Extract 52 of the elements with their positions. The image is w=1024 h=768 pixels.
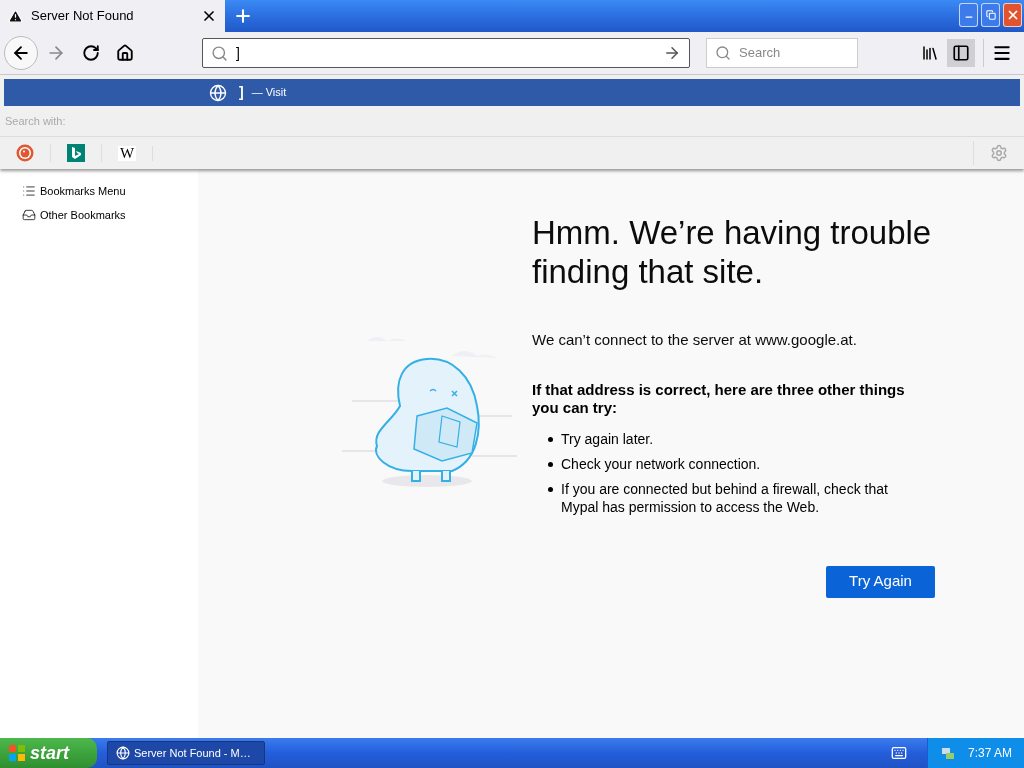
bookmark-folder[interactable]: Bookmarks Menu [40,183,126,200]
suggestions-heading: If that address is correct, here are three other things you can try: [532,380,906,417]
keyboard-icon[interactable] [890,745,907,761]
clock: 7:37 AM [967,745,1012,762]
search-icon [211,44,228,62]
bullet-icon [548,486,553,492]
home-icon[interactable] [116,44,134,62]
bing-logo-icon[interactable] [67,144,85,162]
search-with-label: Search with: [5,113,66,129]
address-field[interactable]: ] [202,38,690,68]
go-arrow-icon[interactable] [663,44,681,62]
restore-button[interactable] [981,3,1000,27]
suggestion-text: Check your network connection. [561,454,761,473]
wiki-logo-icon[interactable]: W [117,145,137,161]
suggestion-value: ] [239,83,244,102]
bullet-icon [548,436,553,442]
search-placeholder: Search [739,44,781,63]
menu-icon[interactable] [992,43,1012,63]
minimize-button[interactable] [959,3,978,27]
error-heading: Hmm. We’re having trouble finding that site. [532,213,933,291]
tab[interactable]: Server Not Found [0,0,225,32]
try-again-button[interactable]: Try Again [826,565,935,598]
suggestion-row[interactable]: ] — Visit [4,79,1020,106]
task-label: Server Not Found - M… [134,745,251,761]
close-button[interactable] [1003,3,1022,27]
back-button[interactable] [4,36,38,70]
back-icon [11,43,31,63]
search-icon [715,45,731,61]
tab-title: Server Not Found [31,7,135,26]
list-icon [22,184,36,199]
restore-icon [985,10,996,20]
windows-flag-icon [8,744,26,762]
globe-icon [116,746,130,760]
sidebar-toggle-button[interactable] [947,39,975,67]
search-field[interactable]: Search [706,38,858,68]
sidebar-icon [952,44,970,62]
library-icon[interactable] [921,44,939,62]
address-text: ] [236,43,241,63]
new-tab-icon[interactable] [233,6,253,26]
suggestion-text: Try again later. [561,429,654,448]
error-message: We can’t connect to the server at www.google.at. [532,330,858,350]
duck-logo-icon[interactable] [16,144,34,162]
bullet-icon [548,461,553,467]
suggestion-action: — Visit [251,85,287,101]
bookmark-folder[interactable]: Other Bookmarks [40,206,126,223]
reload-icon[interactable] [82,44,100,62]
suggestion-text: If you are connected but behind a firewall, check that Mypal has permission to access the Web. [561,479,889,516]
warning-icon [8,8,23,24]
tray-icon [22,207,36,222]
globe-icon [209,83,227,102]
taskbar-button[interactable]: Server Not Found - M… [107,741,265,765]
close-tab-icon[interactable] [201,8,217,24]
